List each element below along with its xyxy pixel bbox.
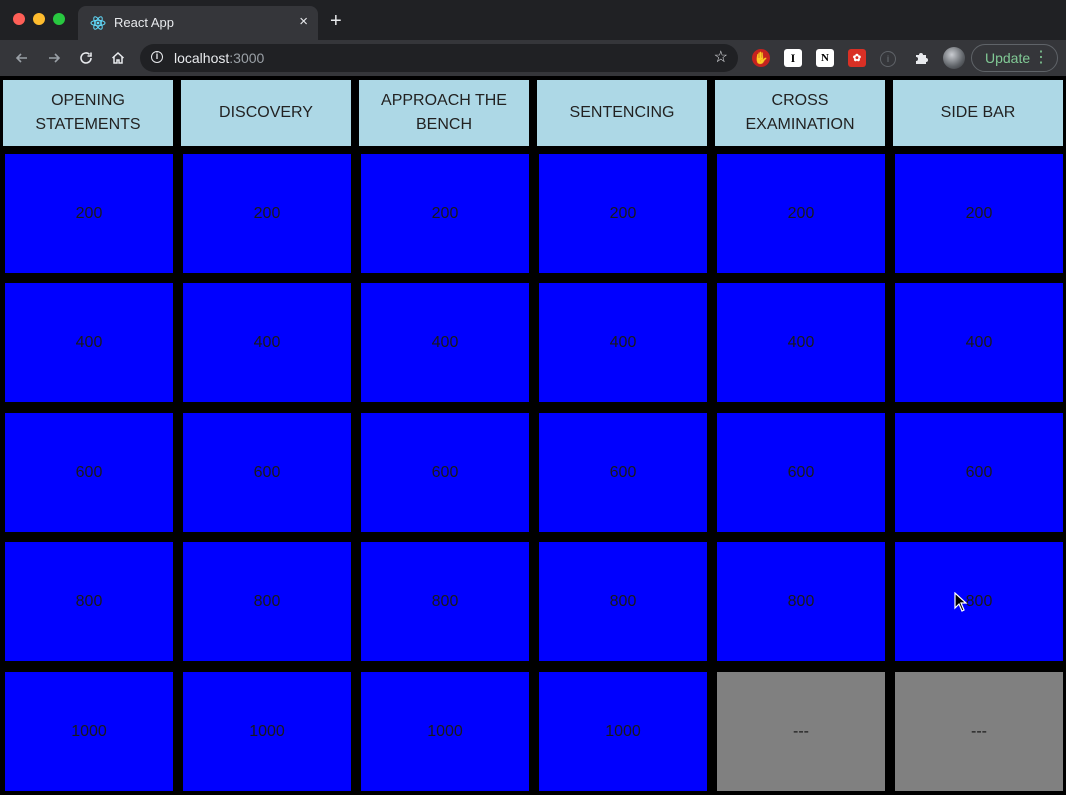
- address-bar[interactable]: i localhost:3000 ☆: [140, 44, 738, 72]
- clue-cell[interactable]: 1000: [183, 672, 351, 791]
- clue-cell[interactable]: 200: [539, 154, 707, 273]
- mouse-cursor-icon: [954, 592, 968, 612]
- clue-cell[interactable]: 800: [5, 542, 173, 661]
- clue-cell[interactable]: 400: [539, 283, 707, 402]
- tab-close-icon[interactable]: ×: [299, 13, 308, 31]
- clue-cell[interactable]: 1000: [5, 672, 173, 791]
- extension-icon[interactable]: ✿: [848, 49, 866, 67]
- clue-cell[interactable]: 200: [183, 154, 351, 273]
- clue-cell[interactable]: 600: [717, 413, 885, 532]
- clue-cell[interactable]: 200: [717, 154, 885, 273]
- category-header: CROSS EXAMINATION: [715, 80, 885, 146]
- clue-cell[interactable]: 400: [5, 283, 173, 402]
- clue-cell[interactable]: 600: [361, 413, 529, 532]
- game-board: OPENING STATEMENTS DISCOVERY APPROACH THE …: [0, 76, 1066, 795]
- clue-cell[interactable]: 400: [717, 283, 885, 402]
- info-extension-icon[interactable]: i: [880, 51, 896, 67]
- clue-cell[interactable]: 1000: [539, 672, 707, 791]
- clue-cell[interactable]: 800: [539, 542, 707, 661]
- category-header: DISCOVERY: [181, 80, 351, 146]
- home-icon[interactable]: [106, 46, 130, 70]
- profile-avatar[interactable]: [943, 47, 965, 69]
- clue-cell[interactable]: 800: [361, 542, 529, 661]
- clue-cell[interactable]: 200: [5, 154, 173, 273]
- used-clue-cell: ---: [895, 672, 1063, 791]
- category-header: APPROACH THE BENCH: [359, 80, 529, 146]
- menu-dots-icon[interactable]: ⋮: [1033, 45, 1049, 71]
- puzzle-extensions-icon[interactable]: [912, 49, 930, 67]
- forward-icon[interactable]: [42, 46, 66, 70]
- tab-title: React App: [114, 15, 174, 30]
- clue-cell[interactable]: 600: [895, 413, 1063, 532]
- browser-titlebar: React App × +: [0, 0, 1066, 40]
- update-button[interactable]: Update ⋮: [971, 44, 1058, 72]
- info-icon[interactable]: i: [151, 51, 163, 63]
- url-text: localhost:3000: [174, 50, 265, 66]
- update-label: Update: [985, 50, 1031, 66]
- clue-cell[interactable]: 600: [539, 413, 707, 532]
- reload-icon[interactable]: [74, 46, 98, 70]
- clue-cell[interactable]: 800: [895, 542, 1063, 661]
- category-header: SENTENCING: [537, 80, 707, 146]
- browser-tab[interactable]: React App ×: [78, 6, 318, 40]
- new-tab-button[interactable]: +: [330, 10, 342, 32]
- clue-cell[interactable]: 600: [183, 413, 351, 532]
- maximize-window-button[interactable]: [53, 13, 65, 25]
- close-window-button[interactable]: [13, 13, 25, 25]
- clue-cell[interactable]: 800: [183, 542, 351, 661]
- ublock-extension-icon[interactable]: ✋: [752, 49, 770, 67]
- clue-cell[interactable]: 200: [895, 154, 1063, 273]
- bookmark-star-icon[interactable]: ☆: [714, 48, 728, 68]
- browser-toolbar: i localhost:3000 ☆ ✋ I N ✿ i Update ⋮: [0, 40, 1066, 76]
- back-icon[interactable]: [10, 46, 34, 70]
- instapaper-extension-icon[interactable]: I: [784, 49, 802, 67]
- clue-cell[interactable]: 200: [361, 154, 529, 273]
- minimize-window-button[interactable]: [33, 13, 45, 25]
- clue-cell[interactable]: 400: [361, 283, 529, 402]
- used-clue-cell: ---: [717, 672, 885, 791]
- react-logo-icon: [90, 16, 106, 30]
- category-header: OPENING STATEMENTS: [3, 80, 173, 146]
- clue-cell[interactable]: 400: [895, 283, 1063, 402]
- clue-cell[interactable]: 1000: [361, 672, 529, 791]
- clue-cell[interactable]: 400: [183, 283, 351, 402]
- notion-extension-icon[interactable]: N: [816, 49, 834, 67]
- category-header: SIDE BAR: [893, 80, 1063, 146]
- clue-cell[interactable]: 800: [717, 542, 885, 661]
- clue-cell[interactable]: 600: [5, 413, 173, 532]
